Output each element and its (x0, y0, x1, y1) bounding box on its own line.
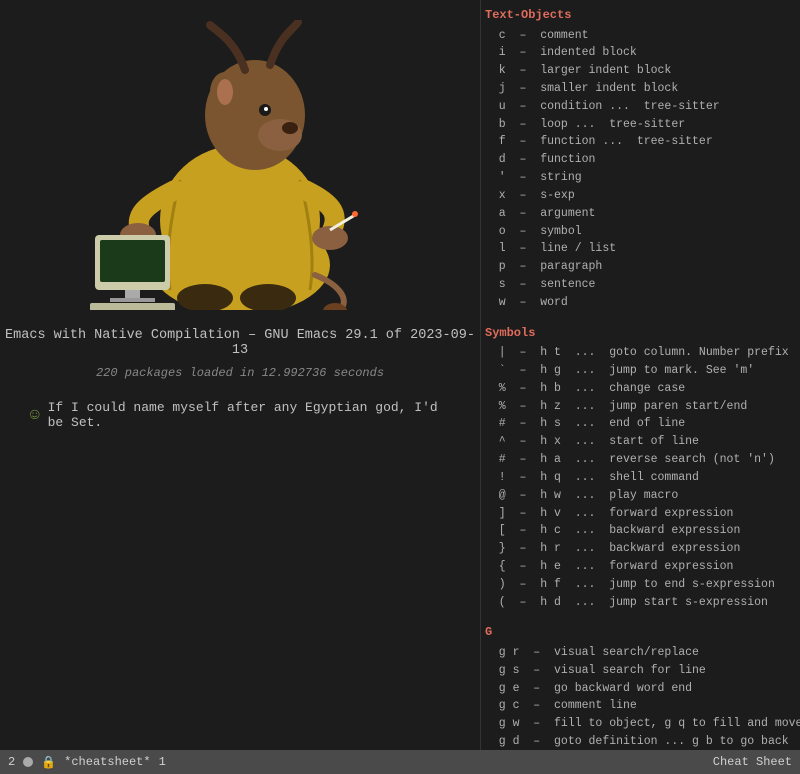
item-line-1-4: # – h s ... end of line (485, 415, 792, 433)
item-line-1-10: [ – h c ... backward expression (485, 522, 792, 540)
status-bar: 2 🔒 *cheatsheet* 1 Cheat Sheet (0, 750, 800, 774)
item-line-2-5: g d – goto definition ... g b to go back (485, 733, 792, 750)
item-line-1-2: % – h b ... change case (485, 380, 792, 398)
item-line-1-7: ! – h q ... shell command (485, 469, 792, 487)
item-line-1-6: # – h a ... reverse search (not 'n') (485, 451, 792, 469)
item-line-1-11: } – h r ... backward expression (485, 540, 792, 558)
emacs-title: Emacs with Native Compilation – GNU Emac… (0, 328, 480, 358)
right-panel[interactable]: Text-Objects c – comment i – indented bl… (480, 0, 800, 750)
section-title-0: Text-Objects (485, 6, 792, 25)
item-line-0-5: b – loop ... tree-sitter (485, 116, 792, 134)
section-title-1: Symbols (485, 324, 792, 343)
item-line-0-0: c – comment (485, 27, 792, 45)
spacer-1 (485, 611, 792, 617)
item-line-0-7: d – function (485, 151, 792, 169)
item-line-1-5: ^ – h x ... start of line (485, 433, 792, 451)
item-line-0-4: u – condition ... tree-sitter (485, 98, 792, 116)
item-line-0-3: j – smaller indent block (485, 80, 792, 98)
item-line-0-8: ' – string (485, 169, 792, 187)
item-line-1-12: { – h e ... forward expression (485, 558, 792, 576)
item-line-1-8: @ – h w ... play macro (485, 487, 792, 505)
status-num2: 1 (159, 755, 166, 769)
status-right-label: Cheat Sheet (713, 755, 792, 769)
item-line-2-1: g s – visual search for line (485, 662, 792, 680)
gnu-mascot (70, 20, 410, 310)
quote-icon: ☺ (30, 406, 40, 424)
item-line-0-9: x – s-exp (485, 187, 792, 205)
status-filename: *cheatsheet* (64, 755, 150, 769)
item-line-2-3: g c – comment line (485, 697, 792, 715)
item-line-0-1: i – indented block (485, 44, 792, 62)
quote-text: If I could name myself after any Egyptia… (48, 400, 450, 430)
section-title-2: G (485, 623, 792, 642)
item-line-0-2: k – larger indent block (485, 62, 792, 80)
quote-container: ☺ If I could name myself after any Egypt… (0, 400, 480, 430)
item-line-2-2: g e – go backward word end (485, 680, 792, 698)
spacer-0 (485, 312, 792, 318)
packages-loaded: 220 packages loaded in 12.992736 seconds (96, 366, 384, 380)
item-line-0-15: w – word (485, 294, 792, 312)
item-line-1-13: ) – h f ... jump to end s-expression (485, 576, 792, 594)
item-line-1-0: | – h t ... goto column. Number prefix (485, 344, 792, 362)
item-line-1-14: ( – h d ... jump start s-expression (485, 594, 792, 612)
item-line-0-11: o – symbol (485, 223, 792, 241)
left-panel: Emacs with Native Compilation – GNU Emac… (0, 0, 480, 774)
item-line-2-0: g r – visual search/replace (485, 644, 792, 662)
item-line-0-12: l – line / list (485, 240, 792, 258)
item-line-2-4: g w – fill to object, g q to fill and mo… (485, 715, 792, 733)
item-line-1-9: ] – h v ... forward expression (485, 505, 792, 523)
status-dot (23, 757, 33, 767)
item-line-0-6: f – function ... tree-sitter (485, 133, 792, 151)
item-line-0-13: p – paragraph (485, 258, 792, 276)
status-num: 2 (8, 755, 15, 769)
status-file-icon: 🔒 (41, 755, 56, 770)
item-line-0-14: s – sentence (485, 276, 792, 294)
item-line-0-10: a – argument (485, 205, 792, 223)
item-line-1-3: % – h z ... jump paren start/end (485, 398, 792, 416)
item-line-1-1: ` – h g ... jump to mark. See 'm' (485, 362, 792, 380)
